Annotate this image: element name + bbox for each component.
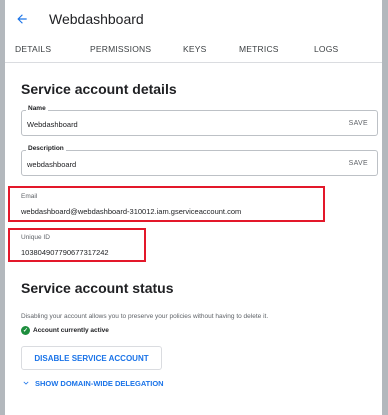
description-save-button[interactable]: SAVE [349,160,368,167]
email-label: Email [21,193,38,200]
domain-delegation-label[interactable]: SHOW DOMAIN-WIDE DELEGATION [35,379,164,388]
header: Webdashboard [5,0,382,37]
check-circle-icon: ✓ [21,326,30,335]
disable-service-account-button[interactable]: DISABLE SERVICE ACCOUNT [21,346,162,370]
name-label: Name [26,105,48,112]
status-description: Disabling your account allows you to pre… [21,313,269,320]
tab-permissions[interactable]: PERMISSIONS [90,44,151,54]
name-save-button[interactable]: SAVE [349,120,368,127]
description-field[interactable]: Description webdashboard SAVE [21,145,378,176]
service-account-panel: Webdashboard DETAILS PERMISSIONS KEYS ME… [5,0,382,415]
status-title: Service account status [21,280,174,296]
tab-logs[interactable]: LOGS [314,44,338,54]
active-status: ✓ Account currently active [21,326,109,335]
unique-id-value: 103804907790677317242 [21,248,109,257]
tab-bar: DETAILS PERMISSIONS KEYS METRICS LOGS [5,37,382,63]
name-value[interactable]: Webdashboard [27,120,78,129]
page-title: Webdashboard [49,10,144,27]
tab-metrics[interactable]: METRICS [239,44,279,54]
email-highlight [8,186,325,222]
name-field[interactable]: Name Webdashboard SAVE [21,105,378,136]
description-label: Description [26,145,66,152]
tab-keys[interactable]: KEYS [183,44,206,54]
details-title: Service account details [21,81,177,97]
arrow-back-icon[interactable] [15,11,31,27]
tab-details[interactable]: DETAILS [15,44,51,54]
email-value: webdashboard@webdashboard-310012.iam.gse… [21,207,242,216]
active-status-text: Account currently active [33,327,109,334]
unique-id-label: Unique ID [21,234,50,241]
domain-delegation-toggle[interactable]: SHOW DOMAIN-WIDE DELEGATION [21,378,164,388]
description-value[interactable]: webdashboard [27,160,76,169]
chevron-down-icon [21,378,31,388]
